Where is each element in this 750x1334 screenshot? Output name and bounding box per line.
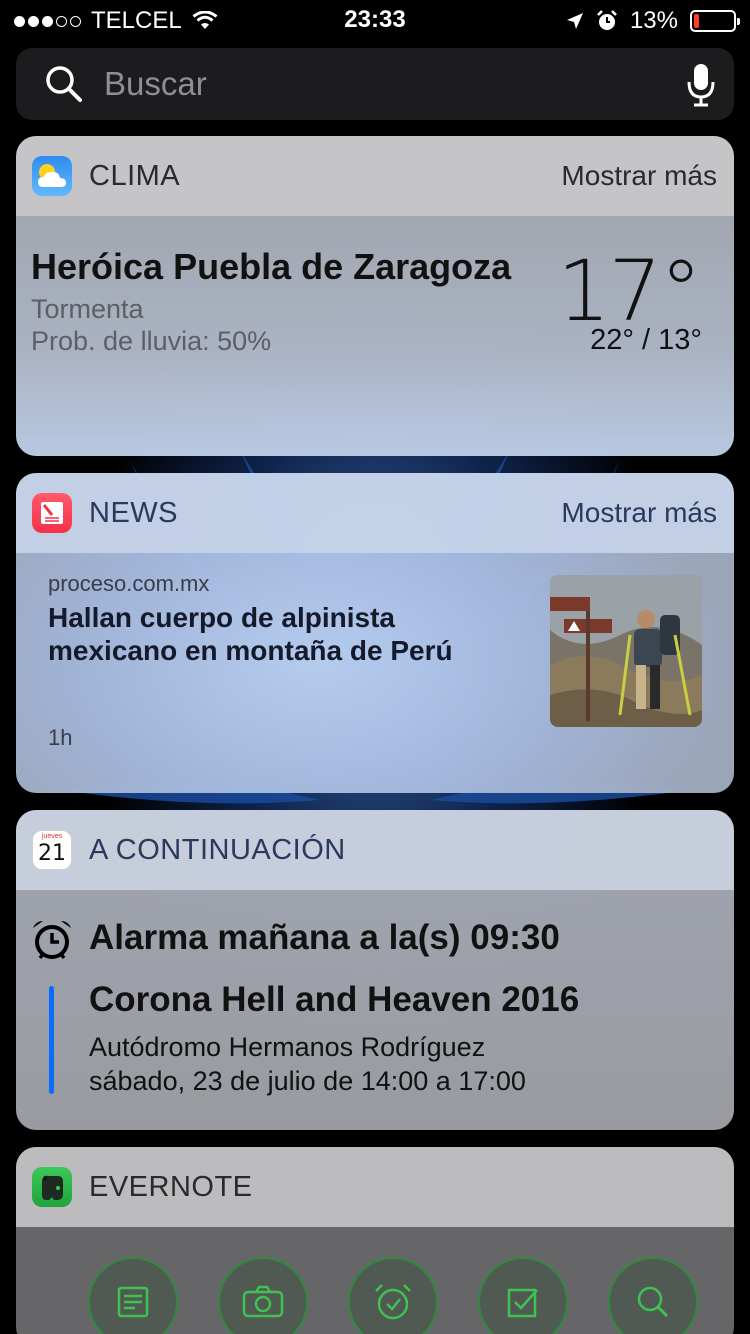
evernote-new-note-button[interactable] xyxy=(88,1257,178,1334)
microphone-icon[interactable] xyxy=(686,62,716,108)
upnext-widget-header: jueves 21 A CONTINUACIÓN xyxy=(16,810,734,890)
evernote-widget-body xyxy=(16,1227,734,1334)
weather-rain-probability: Prob. de lluvia: 50% xyxy=(31,326,272,356)
location-arrow-icon xyxy=(566,13,583,29)
evernote-camera-button[interactable] xyxy=(218,1257,308,1334)
search-icon xyxy=(46,66,82,102)
news-widget: NEWS Mostrar más proceso.com.mx Hallan c… xyxy=(16,473,734,793)
alarm-clock-icon xyxy=(597,10,617,30)
evernote-widget: EVERNOTE xyxy=(16,1147,734,1334)
upnext-widget: jueves 21 A CONTINUACIÓN Alarma mañana a… xyxy=(16,810,734,1130)
battery-percent: 13% xyxy=(629,7,678,34)
weather-show-more-button[interactable]: Mostrar más xyxy=(561,160,717,192)
weather-city: Heróica Puebla de Zaragoza xyxy=(31,246,512,287)
reminder-alarm-icon xyxy=(375,1284,411,1320)
upnext-widget-body[interactable]: Alarma mañana a la(s) 09:30 Corona Hell … xyxy=(16,890,734,1130)
evernote-checklist-button[interactable] xyxy=(478,1257,568,1334)
checklist-icon xyxy=(507,1288,538,1318)
evernote-reminder-button[interactable] xyxy=(348,1257,438,1334)
search-icon xyxy=(637,1286,669,1318)
camera-icon xyxy=(242,1285,284,1318)
news-icon xyxy=(32,493,72,533)
evernote-search-button[interactable] xyxy=(608,1257,698,1334)
calendar-icon: jueves 21 xyxy=(32,830,72,870)
new-text-note-icon xyxy=(117,1286,149,1318)
battery-level xyxy=(694,14,699,28)
search-input[interactable] xyxy=(104,62,664,106)
event-color-bar xyxy=(49,986,54,1094)
upnext-widget-title: A CONTINUACIÓN xyxy=(89,833,346,866)
event-time: sábado, 23 de julio de 14:00 a 17:00 xyxy=(89,1066,526,1096)
weather-widget-header: CLIMA Mostrar más xyxy=(16,136,734,216)
alarm-text: Alarma mañana a la(s) 09:30 xyxy=(89,918,560,957)
weather-widget-title: CLIMA xyxy=(89,159,181,192)
weather-high-low: 22° / 13° xyxy=(590,324,702,356)
news-headline: Hallan cuerpo de alpinista mexicano en m… xyxy=(48,602,453,666)
news-age: 1h xyxy=(48,725,73,750)
news-widget-header: NEWS Mostrar más xyxy=(16,473,734,553)
search-bar[interactable] xyxy=(16,48,734,120)
news-article[interactable]: proceso.com.mx Hallan cuerpo de alpinist… xyxy=(16,553,734,793)
event-title: Corona Hell and Heaven 2016 xyxy=(89,980,580,1019)
evernote-actions xyxy=(88,1257,708,1334)
evernote-elephant-icon xyxy=(32,1167,72,1207)
evernote-widget-title: EVERNOTE xyxy=(89,1170,253,1203)
news-source: proceso.com.mx xyxy=(48,571,210,596)
alarm-clock-icon xyxy=(33,921,71,960)
weather-condition: Tormenta xyxy=(31,294,144,324)
news-show-more-button[interactable]: Mostrar más xyxy=(561,497,717,529)
battery-icon xyxy=(690,10,740,32)
news-widget-title: NEWS xyxy=(89,496,178,529)
weather-widget-body[interactable]: Heróica Puebla de Zaragoza Tormenta Prob… xyxy=(16,216,734,456)
evernote-widget-header: EVERNOTE xyxy=(16,1147,734,1227)
event-location: Autódromo Hermanos Rodríguez xyxy=(89,1032,486,1062)
calendar-icon-day: jueves xyxy=(41,833,63,840)
status-bar: TELCEL 23:33 13% xyxy=(0,0,750,40)
weather-cloud-sun-icon xyxy=(32,156,72,196)
weather-widget: CLIMA Mostrar más Heróica Puebla de Zara… xyxy=(16,136,734,456)
calendar-icon-date: 21 xyxy=(38,841,66,866)
news-thumbnail xyxy=(550,575,702,727)
